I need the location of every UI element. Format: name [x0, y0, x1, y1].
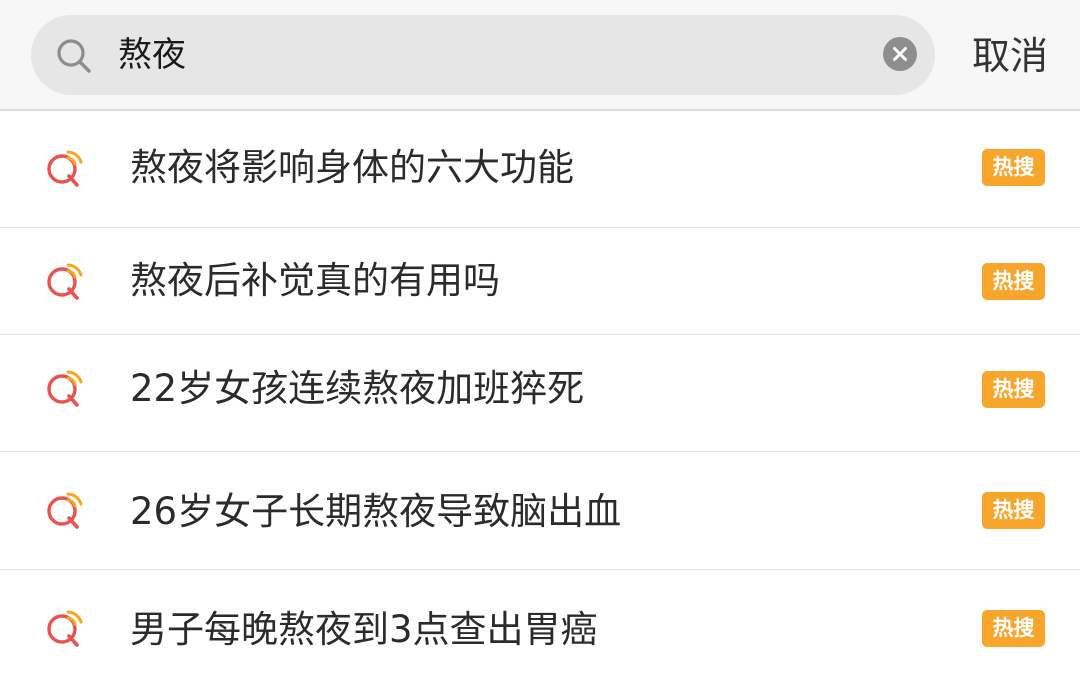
suggestion-text: 熬夜将影响身体的六大功能: [130, 146, 574, 189]
suggestion-text: 26岁女子长期熬夜导致脑出血: [130, 490, 622, 533]
suggestion-row[interactable]: 22岁女孩连续熬夜加班猝死 热搜: [0, 335, 1080, 452]
suggestion-text: 22岁女孩连续熬夜加班猝死: [130, 367, 585, 410]
clear-button[interactable]: [883, 37, 917, 71]
suggestion-row[interactable]: 熬夜后补觉真的有用吗 热搜: [0, 228, 1080, 335]
search-input[interactable]: [118, 28, 858, 82]
hot-badge: 热搜: [982, 371, 1045, 408]
suggestion-row[interactable]: 男子每晚熬夜到3点查出胃癌 热搜: [0, 570, 1080, 677]
suggestion-row[interactable]: 26岁女子长期熬夜导致脑出血 热搜: [0, 452, 1080, 570]
hot-search-suggestion-icon: [47, 150, 83, 187]
hot-search-suggestion-icon: [47, 263, 83, 300]
suggestion-list: 熬夜将影响身体的六大功能 热搜 熬夜后补觉真的有用吗 热搜 22岁女孩连续熬夜加…: [0, 111, 1080, 677]
suggestion-row[interactable]: 熬夜将影响身体的六大功能 热搜: [0, 111, 1080, 228]
cancel-button[interactable]: 取消: [972, 28, 1048, 84]
suggestion-text: 男子每晚熬夜到3点查出胃癌: [130, 608, 598, 651]
hot-search-suggestion-icon: [47, 610, 83, 647]
hot-badge: 热搜: [982, 492, 1045, 529]
hot-search-suggestion-icon: [47, 492, 83, 529]
hot-badge: 热搜: [982, 149, 1045, 186]
hot-badge: 热搜: [982, 610, 1045, 647]
hot-badge: 热搜: [982, 263, 1045, 300]
hot-search-suggestion-icon: [47, 370, 83, 407]
search-header: 取消: [0, 0, 1080, 111]
clear-icon: [893, 47, 907, 61]
suggestion-text: 熬夜后补觉真的有用吗: [130, 259, 500, 302]
search-icon: [57, 39, 91, 73]
search-screen: 取消 熬夜将影响身体的六大功能 热搜 熬夜后补觉真的有用吗 热搜: [0, 0, 1080, 677]
